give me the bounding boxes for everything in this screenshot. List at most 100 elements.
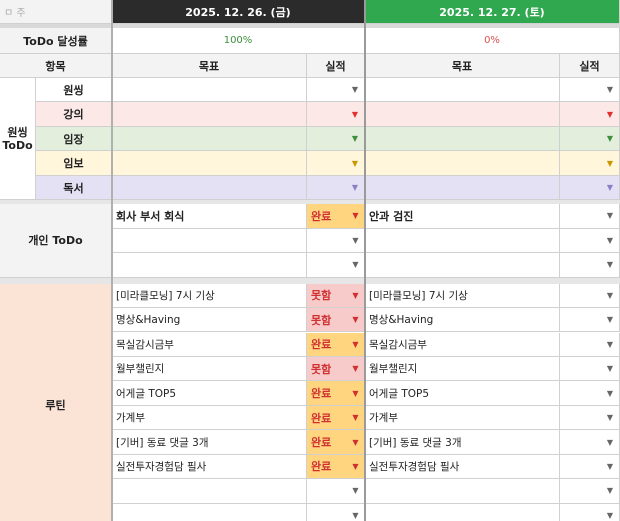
routine-group-label: 루틴 [0, 283, 112, 521]
week-label: ㅁ 주 [0, 0, 112, 24]
dropdown-arrow-icon[interactable]: ▼ [560, 381, 620, 406]
dropdown-arrow-icon[interactable]: ▼ [560, 253, 620, 278]
dropdown-arrow-icon[interactable]: ▼ [560, 503, 620, 521]
dropdown-arrow-icon[interactable]: ▼ [347, 283, 365, 309]
dropdown-arrow-icon[interactable]: ▼ [347, 308, 365, 333]
achievement-day2[interactable]: 0% [365, 28, 620, 54]
personal-goal-day2[interactable]: 안과 검진 [365, 204, 560, 229]
onesing-group-label: 원씽 ToDo [0, 78, 36, 201]
personal-day1-status[interactable]: 완료 [307, 204, 347, 229]
dropdown-arrow-icon[interactable]: ▼ [347, 332, 365, 357]
routine-goal-day1[interactable] [112, 479, 307, 504]
achievement-day1[interactable]: 100% [112, 28, 365, 54]
routine-day1-status[interactable]: 못함 [307, 356, 347, 382]
dropdown-arrow-icon[interactable]: ▼ [347, 228, 365, 254]
dropdown-arrow-icon[interactable]: ▼ [347, 454, 365, 480]
dropdown-arrow-icon[interactable]: ▼ [560, 356, 620, 382]
routine-goal-day2[interactable]: 가계부 [365, 405, 560, 431]
onesing-goal-day2[interactable] [365, 126, 560, 152]
dropdown-arrow-icon[interactable]: ▼ [560, 102, 620, 127]
date-header-1[interactable]: 2025. 12. 26. (금) [112, 0, 365, 24]
onesing-row-label: 임보 [36, 151, 112, 176]
routine-day1-status[interactable] [307, 479, 347, 504]
routine-day1-status[interactable]: 못함 [307, 308, 347, 333]
col-header-item: 항목 [0, 54, 112, 78]
routine-day1-status[interactable]: 완료 [307, 381, 347, 406]
personal-goal-day2[interactable] [365, 253, 560, 278]
dropdown-arrow-icon[interactable]: ▼ [560, 332, 620, 357]
dropdown-arrow-icon[interactable]: ▼ [560, 204, 620, 229]
dropdown-arrow-icon[interactable]: ▼ [560, 308, 620, 333]
dropdown-arrow-icon[interactable]: ▼ [347, 356, 365, 382]
personal-goal-day1[interactable] [112, 228, 307, 254]
routine-goal-day1[interactable]: [미라클모닝] 7시 기상 [112, 283, 307, 309]
dropdown-arrow-icon[interactable]: ▼ [307, 151, 365, 176]
onesing-goal-day2[interactable] [365, 151, 560, 176]
onesing-goal-day2[interactable] [365, 78, 560, 103]
dropdown-arrow-icon[interactable]: ▼ [347, 479, 365, 504]
routine-goal-day2[interactable] [365, 503, 560, 521]
onesing-goal-day1[interactable] [112, 151, 307, 176]
dropdown-arrow-icon[interactable]: ▼ [560, 479, 620, 504]
dropdown-arrow-icon[interactable]: ▼ [307, 102, 365, 127]
routine-day1-status[interactable]: 완료 [307, 454, 347, 480]
routine-goal-day2[interactable]: [미라클모닝] 7시 기상 [365, 283, 560, 309]
routine-goal-day1[interactable]: 실전투자경험담 필사 [112, 454, 307, 480]
todo-spreadsheet: ㅁ 주 2025. 12. 26. (금) 2025. 12. 27. (토) ToD… [0, 0, 620, 521]
col-header-goal-1: 목표 [112, 54, 307, 78]
routine-goal-day2[interactable]: 어게글 TOP5 [365, 381, 560, 406]
dropdown-arrow-icon[interactable]: ▼ [560, 454, 620, 480]
personal-day1-status[interactable] [307, 228, 347, 254]
col-header-result-1: 실적 [307, 54, 365, 78]
dropdown-arrow-icon[interactable]: ▼ [560, 283, 620, 309]
dropdown-arrow-icon[interactable]: ▼ [347, 204, 365, 229]
onesing-goal-day1[interactable] [112, 175, 307, 201]
routine-day1-status[interactable]: 완료 [307, 430, 347, 455]
dropdown-arrow-icon[interactable]: ▼ [560, 175, 620, 201]
dropdown-arrow-icon[interactable]: ▼ [347, 430, 365, 455]
dropdown-arrow-icon[interactable]: ▼ [347, 405, 365, 431]
routine-goal-day1[interactable]: [기버] 동료 댓글 3개 [112, 430, 307, 455]
routine-day1-status[interactable]: 못함 [307, 283, 347, 309]
routine-day1-status[interactable]: 완료 [307, 405, 347, 431]
date-header-2[interactable]: 2025. 12. 27. (토) [365, 0, 620, 24]
routine-goal-day2[interactable]: 목실감시금부 [365, 332, 560, 357]
dropdown-arrow-icon[interactable]: ▼ [560, 126, 620, 152]
routine-goal-day1[interactable]: 가계부 [112, 405, 307, 431]
dropdown-arrow-icon[interactable]: ▼ [560, 151, 620, 176]
onesing-goal-day2[interactable] [365, 175, 560, 201]
dropdown-arrow-icon[interactable]: ▼ [560, 430, 620, 455]
onesing-row-label: 원씽 [36, 78, 112, 103]
dropdown-arrow-icon[interactable]: ▼ [347, 253, 365, 278]
routine-goal-day2[interactable]: [기버] 동료 댓글 3개 [365, 430, 560, 455]
dropdown-arrow-icon[interactable]: ▼ [560, 228, 620, 254]
onesing-row-label: 독서 [36, 175, 112, 201]
routine-goal-day1[interactable] [112, 503, 307, 521]
dropdown-arrow-icon[interactable]: ▼ [347, 381, 365, 406]
onesing-goal-day2[interactable] [365, 102, 560, 127]
dropdown-arrow-icon[interactable]: ▼ [307, 78, 365, 103]
dropdown-arrow-icon[interactable]: ▼ [307, 126, 365, 152]
personal-goal-day2[interactable] [365, 228, 560, 254]
routine-goal-day2[interactable]: 월부챌린지 [365, 356, 560, 382]
dropdown-arrow-icon[interactable]: ▼ [560, 78, 620, 103]
dropdown-arrow-icon[interactable]: ▼ [307, 175, 365, 201]
day-divider [364, 0, 366, 521]
routine-goal-day1[interactable]: 월부챌린지 [112, 356, 307, 382]
routine-goal-day1[interactable]: 목실감시금부 [112, 332, 307, 357]
routine-goal-day1[interactable]: 어게글 TOP5 [112, 381, 307, 406]
routine-goal-day2[interactable] [365, 479, 560, 504]
routine-day1-status[interactable] [307, 503, 347, 521]
personal-goal-day1[interactable]: 회사 부서 회식 [112, 204, 307, 229]
onesing-goal-day1[interactable] [112, 102, 307, 127]
routine-goal-day1[interactable]: 명상&Having [112, 308, 307, 333]
routine-goal-day2[interactable]: 명상&Having [365, 308, 560, 333]
onesing-goal-day1[interactable] [112, 126, 307, 152]
personal-goal-day1[interactable] [112, 253, 307, 278]
routine-day1-status[interactable]: 완료 [307, 332, 347, 357]
dropdown-arrow-icon[interactable]: ▼ [560, 405, 620, 431]
dropdown-arrow-icon[interactable]: ▼ [347, 503, 365, 521]
routine-goal-day2[interactable]: 실전투자경험담 필사 [365, 454, 560, 480]
personal-day1-status[interactable] [307, 253, 347, 278]
onesing-goal-day1[interactable] [112, 78, 307, 103]
